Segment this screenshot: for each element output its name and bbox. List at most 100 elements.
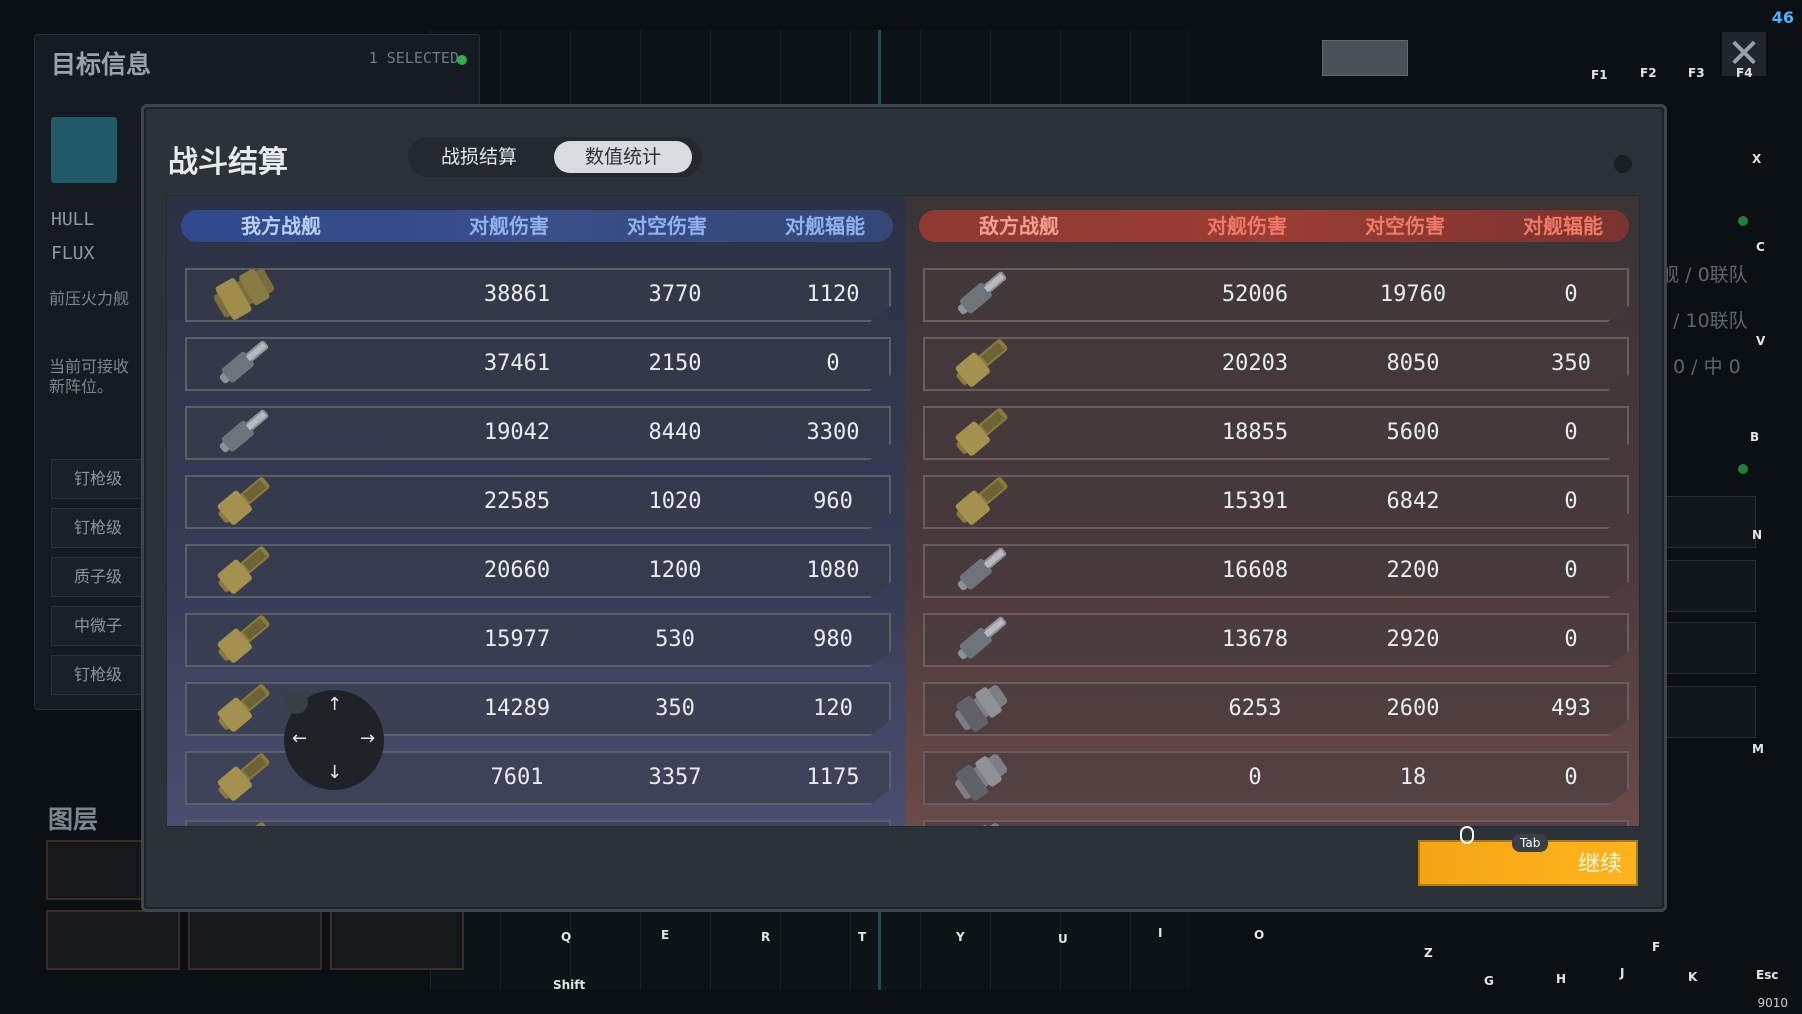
ship-damage-value: 0: [1185, 822, 1325, 826]
ship-stat-row: 6253 2600 493: [923, 682, 1629, 736]
dpad-control[interactable]: ↑ ↓ ← →: [284, 690, 384, 790]
arrow-down-icon[interactable]: ↓: [327, 762, 342, 783]
key-hint-f1: F1: [1591, 68, 1608, 82]
flux-value: 350: [1551, 351, 1591, 376]
col-ship-damage: 对舰伤害: [1207, 214, 1287, 238]
tab-statistics[interactable]: 数值统计: [554, 141, 692, 173]
fps-counter: 46: [1771, 8, 1794, 27]
air-damage-value: 480: [605, 822, 745, 826]
side-slot[interactable]: [1664, 686, 1756, 738]
ship-damage-value: 16608: [1221, 558, 1289, 583]
air-damage-value: 3770: [648, 282, 702, 307]
flux-value: 0: [1501, 822, 1629, 826]
key-hint-g: G: [1484, 974, 1494, 988]
air-damage-value: 8440: [648, 420, 702, 445]
layer-title: 图层: [48, 805, 99, 834]
ship-stat-row: 38861 3770 1120: [185, 268, 891, 322]
status-dot: [1738, 216, 1748, 226]
stats-table: 我方战舰 对舰伤害 对空伤害 对舰辐能 38861 3770 1120 37461 21…: [166, 195, 1640, 827]
battle-result-dialog: 战斗结算 战损结算 数值统计 我方战舰 对舰伤害 对空伤害 对舰辐能 38861…: [141, 104, 1667, 912]
key-hint-q: Q: [561, 930, 572, 944]
ship-stat-row: 22585 1020 960: [185, 475, 891, 529]
enemy-fleet-header: 敌方战舰 对舰伤害 对空伤害 对舰辐能: [919, 210, 1629, 242]
air-damage-value: 5600: [1386, 420, 1440, 445]
key-hint-esc: Esc: [1756, 968, 1779, 982]
dialog-corner-button[interactable]: [1614, 155, 1632, 173]
air-damage-value: 6842: [1386, 489, 1440, 514]
grey-carrier-icon: [947, 820, 1017, 826]
flux-value: 493: [1551, 696, 1591, 721]
nail-gun-ship-icon: [947, 613, 1017, 667]
nail-gun-ship-icon: [209, 406, 279, 460]
key-hint-i: I: [1158, 926, 1163, 940]
nail-gun-ship-icon: [209, 337, 279, 391]
selected-count: 1 SELECTED: [368, 49, 459, 67]
arrow-up-icon[interactable]: ↑: [327, 694, 342, 715]
side-slot[interactable]: [1664, 560, 1756, 612]
key-hint-n: N: [1752, 528, 1763, 542]
key-hint-k: K: [1688, 970, 1698, 984]
air-damage-value: 530: [655, 627, 695, 652]
layer-slot[interactable]: [188, 910, 322, 970]
ship-stat-row: 15977 530 980: [185, 613, 891, 667]
air-damage-value: 2200: [1386, 558, 1440, 583]
enemy-fleet-rows: 52006 19760 0 20203 8050 350 18855 5600 0 15391 68…: [923, 268, 1629, 826]
ship-damage-value: 7601: [490, 765, 544, 790]
flux-value: 0: [826, 351, 840, 376]
arrow-left-icon[interactable]: ←: [292, 728, 307, 749]
ship-damage-value: 20660: [483, 558, 551, 583]
dialog-title: 战斗结算: [168, 145, 288, 180]
tab-damage-summary[interactable]: 战损结算: [414, 141, 544, 173]
ship-damage-value: 52006: [1221, 282, 1289, 307]
ship-damage-value: 37461: [483, 351, 551, 376]
col-our-ships: 我方战舰: [241, 214, 321, 238]
side-slot[interactable]: [1664, 496, 1756, 548]
status-dot: [457, 55, 467, 65]
air-damage-value: 0: [1343, 822, 1483, 826]
flux-value: 1080: [806, 558, 860, 583]
golden-ship-icon: [209, 544, 279, 598]
air-damage-value: 2920: [1386, 627, 1440, 652]
air-damage-value: 1020: [648, 489, 702, 514]
golden-ship-icon: [209, 613, 279, 667]
flux-value: 120: [813, 696, 853, 721]
flux-value: 3300: [806, 420, 860, 445]
ship-stat-row: 37461 2150 0: [185, 337, 891, 391]
arrow-right-icon[interactable]: →: [360, 728, 375, 749]
air-damage-value: 3357: [648, 765, 702, 790]
key-hint-f4: F4: [1736, 66, 1753, 80]
ship-stat-row: 19042 8440 3300: [185, 406, 891, 460]
side-slot[interactable]: [1664, 622, 1756, 674]
flux-label: FLUX: [51, 243, 95, 264]
layer-slot[interactable]: [330, 910, 464, 970]
our-fleet-header: 我方战舰 对舰伤害 对空伤害 对舰辐能: [181, 210, 893, 242]
key-hint-c: C: [1756, 240, 1765, 254]
key-hint-x: X: [1752, 152, 1762, 166]
ship-damage-value: 19042: [483, 420, 551, 445]
target-info-title: 目标信息: [51, 50, 152, 79]
ship-damage-value: 13678: [1221, 627, 1289, 652]
key-hint-b: B: [1750, 430, 1760, 444]
ship-status-text: 当前可接收新阵位。: [49, 357, 130, 396]
key-hint-o: O: [1254, 928, 1265, 942]
golden-ship-icon: [947, 475, 1017, 529]
key-hint-v: V: [1756, 334, 1766, 348]
key-hint-f3: F3: [1688, 66, 1705, 80]
nail-gun-ship-icon: [947, 544, 1017, 598]
ship-stat-row: 20203 8050 350: [923, 337, 1629, 391]
flux-value: 0: [1564, 282, 1578, 307]
golden-ship-icon: [209, 751, 279, 805]
nail-gun-ship-icon: [947, 268, 1017, 322]
flux-value: 0: [1564, 765, 1578, 790]
heavy-ship-icon: [209, 268, 279, 322]
ship-damage-value: 18855: [1221, 420, 1289, 445]
layer-slot[interactable]: [46, 910, 180, 970]
dpad-center[interactable]: [284, 690, 308, 714]
air-damage-value: 350: [655, 696, 695, 721]
ship-stat-row: 20660 1200 1080: [185, 544, 891, 598]
result-tabs: 战损结算 数值统计: [408, 137, 702, 177]
golden-ship-icon: [947, 337, 1017, 391]
enemy-fleet-table: 敌方战舰 对舰伤害 对空伤害 对舰辐能 52006 19760 0 20203 8050…: [905, 196, 1639, 826]
pause-toggle[interactable]: [1322, 40, 1408, 76]
flux-value: 0: [1564, 627, 1578, 652]
